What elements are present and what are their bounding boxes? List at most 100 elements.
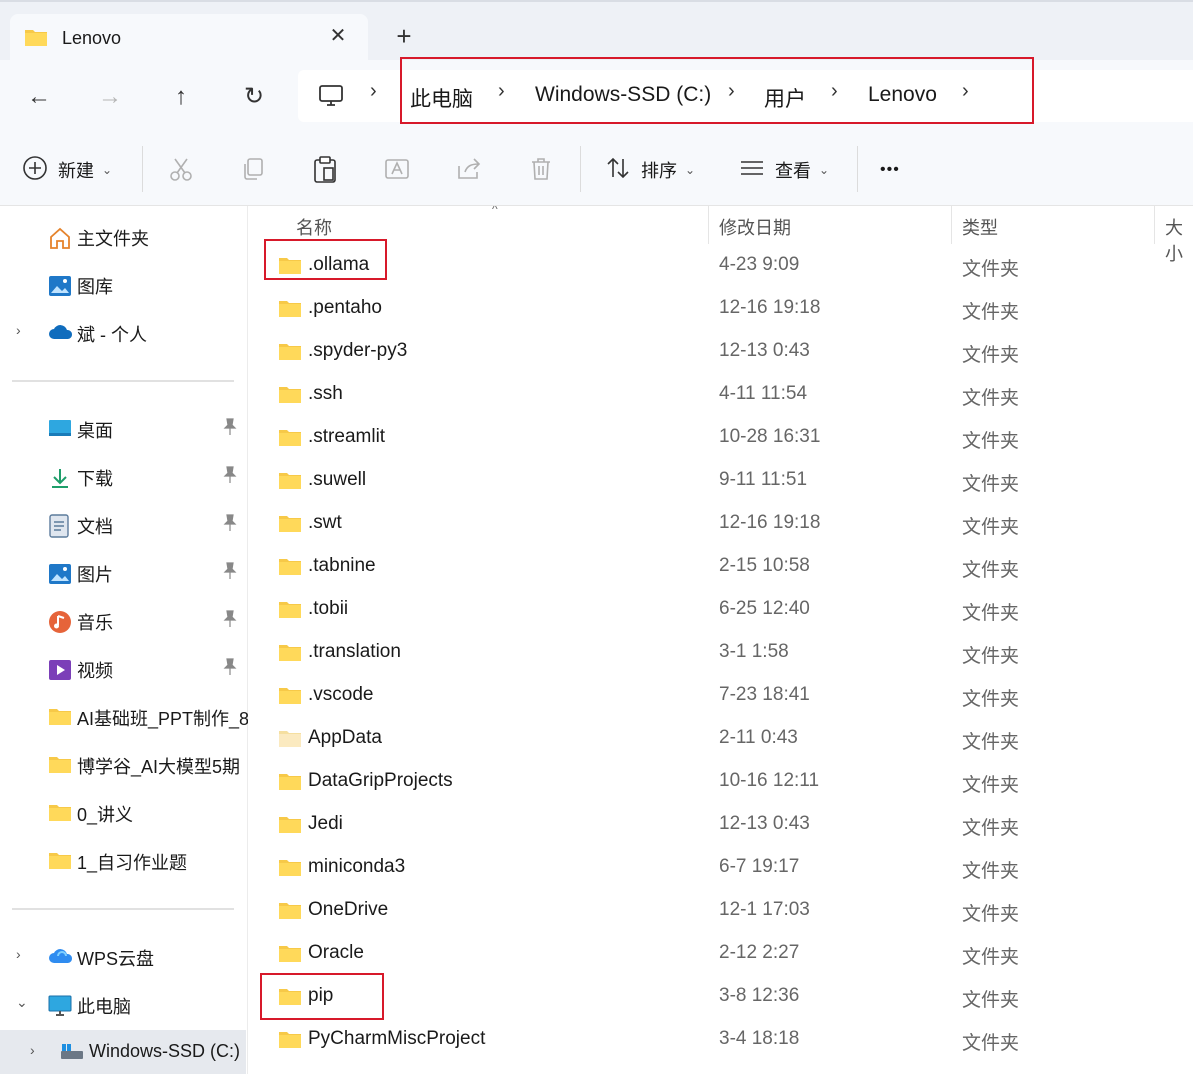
column-divider[interactable] bbox=[708, 206, 709, 244]
table-row[interactable]: Jedi 12-13 0:43 文件夹 bbox=[248, 803, 1193, 846]
share-icon[interactable] bbox=[456, 156, 482, 187]
table-row[interactable]: .suwell 9-11 11:51 文件夹 bbox=[248, 459, 1193, 502]
column-header-type[interactable]: 类型 bbox=[962, 214, 998, 240]
refresh-button[interactable]: ↻ bbox=[237, 80, 271, 114]
sidebar-item-documents[interactable]: 文档 bbox=[0, 502, 246, 548]
table-row[interactable]: .translation 3-1 1:58 文件夹 bbox=[248, 631, 1193, 674]
column-header-name[interactable]: 名称 bbox=[296, 214, 332, 240]
folder-icon bbox=[278, 728, 302, 753]
sidebar-item-pictures[interactable]: 图片 bbox=[0, 550, 246, 596]
cut-icon[interactable] bbox=[168, 156, 194, 187]
paste-icon[interactable] bbox=[312, 156, 338, 189]
tab-lenovo[interactable]: Lenovo ✕ bbox=[10, 14, 368, 64]
copy-icon[interactable] bbox=[240, 156, 266, 187]
forward-button[interactable]: → bbox=[93, 80, 127, 114]
breadcrumb-separator[interactable]: › bbox=[370, 80, 377, 103]
file-name: DataGripProjects bbox=[308, 770, 453, 791]
sort-button[interactable]: 排序 ⌄ bbox=[605, 156, 695, 184]
sidebar-item-gallery[interactable]: 图库 bbox=[0, 262, 246, 308]
sidebar-item-folder[interactable]: 0_讲义 bbox=[0, 790, 246, 836]
sidebar-item-label: 图库 bbox=[77, 277, 113, 297]
folder-icon bbox=[48, 706, 72, 731]
sidebar-item-folder[interactable]: AI基础班_PPT制作_8 bbox=[0, 694, 249, 740]
sidebar-item-videos[interactable]: 视频 bbox=[0, 646, 246, 692]
table-row[interactable]: .spyder-py3 12-13 0:43 文件夹 bbox=[248, 330, 1193, 373]
sidebar-item-onedrive[interactable]: › 斌 - 个人 bbox=[0, 310, 246, 356]
table-row[interactable]: pip 3-8 12:36 文件夹 bbox=[248, 975, 1193, 1018]
pin-icon[interactable] bbox=[222, 418, 238, 441]
table-row[interactable]: OneDrive 12-1 17:03 文件夹 bbox=[248, 889, 1193, 932]
pin-icon[interactable] bbox=[222, 658, 238, 681]
table-row[interactable]: .pentaho 12-16 19:18 文件夹 bbox=[248, 287, 1193, 330]
pin-icon[interactable] bbox=[222, 562, 238, 585]
column-header-modified[interactable]: 修改日期 bbox=[719, 214, 791, 240]
up-button[interactable]: ↑ bbox=[164, 80, 198, 114]
file-modified-date: 6-7 19:17 bbox=[719, 856, 800, 877]
sidebar-item-label: 下载 bbox=[77, 469, 113, 489]
close-icon[interactable]: ✕ bbox=[326, 24, 350, 48]
file-type: 文件夹 bbox=[962, 689, 1020, 710]
navigation-pane: 主文件夹 图库 › 斌 - 个人 桌面 下载 文档 图片 音乐 视频 AI基础班… bbox=[0, 206, 249, 1074]
table-row[interactable]: .streamlit 10-28 16:31 文件夹 bbox=[248, 416, 1193, 459]
pin-icon[interactable] bbox=[222, 514, 238, 537]
folder-icon bbox=[278, 771, 302, 796]
sidebar-divider bbox=[12, 380, 234, 382]
more-options-button[interactable]: ••• bbox=[880, 156, 900, 184]
table-row[interactable]: DataGripProjects 10-16 12:11 文件夹 bbox=[248, 760, 1193, 803]
table-row[interactable]: miniconda3 6-7 19:17 文件夹 bbox=[248, 846, 1193, 889]
folder-icon bbox=[278, 556, 302, 581]
back-button[interactable]: ← bbox=[22, 80, 56, 114]
table-row[interactable]: .tobii 6-25 12:40 文件夹 bbox=[248, 588, 1193, 631]
pin-icon[interactable] bbox=[222, 610, 238, 633]
file-type: 文件夹 bbox=[962, 775, 1020, 796]
more-icon: ••• bbox=[880, 161, 900, 178]
file-modified-date: 10-16 12:11 bbox=[719, 770, 820, 791]
sort-label: 排序 bbox=[641, 161, 677, 181]
delete-icon[interactable] bbox=[528, 156, 554, 187]
annotation-box bbox=[264, 239, 387, 280]
file-type: 文件夹 bbox=[962, 345, 1020, 366]
sidebar-item-folder[interactable]: 博学谷_AI大模型5期 bbox=[0, 742, 246, 788]
sidebar-item-music[interactable]: 音乐 bbox=[0, 598, 246, 644]
sidebar-item-desktop[interactable]: 桌面 bbox=[0, 406, 246, 452]
table-row[interactable]: Oracle 2-12 2:27 文件夹 bbox=[248, 932, 1193, 975]
chevron-right-icon[interactable]: › bbox=[30, 1042, 35, 1058]
sidebar-item-wps-cloud[interactable]: › WPS云盘 bbox=[0, 934, 246, 980]
chevron-right-icon[interactable]: › bbox=[16, 322, 21, 338]
chevron-right-icon[interactable]: › bbox=[16, 946, 21, 962]
rename-icon[interactable] bbox=[384, 156, 410, 187]
plus-circle-icon bbox=[22, 155, 48, 186]
tab-title: Lenovo bbox=[62, 28, 122, 48]
file-name: .pentaho bbox=[308, 297, 382, 318]
chevron-down-icon: ⌄ bbox=[102, 163, 113, 177]
table-row[interactable]: .swt 12-16 19:18 文件夹 bbox=[248, 502, 1193, 545]
file-type: 文件夹 bbox=[962, 904, 1020, 925]
sidebar-item-this-pc[interactable]: ⌄ 此电脑 bbox=[0, 982, 246, 1028]
sidebar-item-folder[interactable]: 1_自习作业题 bbox=[0, 838, 246, 884]
new-button[interactable]: 新建 ⌄ bbox=[22, 155, 113, 186]
file-type: 文件夹 bbox=[962, 388, 1020, 409]
chevron-down-icon[interactable]: ⌄ bbox=[16, 994, 28, 1011]
file-name: Jedi bbox=[308, 813, 343, 834]
column-divider[interactable] bbox=[951, 206, 952, 244]
table-row[interactable]: .ssh 4-11 11:54 文件夹 bbox=[248, 373, 1193, 416]
sidebar-item-drive-c[interactable]: › Windows-SSD (C:) bbox=[0, 1030, 246, 1074]
pin-icon[interactable] bbox=[222, 466, 238, 489]
column-divider[interactable] bbox=[1154, 206, 1155, 244]
view-button[interactable]: 查看 ⌄ bbox=[739, 156, 829, 184]
table-row[interactable]: .ollama 4-23 9:09 文件夹 bbox=[248, 244, 1193, 287]
file-name: AppData bbox=[308, 727, 382, 748]
table-row[interactable]: PyCharmMiscProject 3-4 18:18 文件夹 bbox=[248, 1018, 1193, 1061]
annotation-box bbox=[400, 57, 1034, 124]
new-tab-button[interactable]: + bbox=[390, 22, 418, 50]
folder-icon bbox=[278, 470, 302, 495]
table-row[interactable]: AppData 2-11 0:43 文件夹 bbox=[248, 717, 1193, 760]
table-row[interactable]: .tabnine 2-15 10:58 文件夹 bbox=[248, 545, 1193, 588]
table-row[interactable]: .vscode 7-23 18:41 文件夹 bbox=[248, 674, 1193, 717]
sidebar-item-home[interactable]: 主文件夹 bbox=[0, 214, 246, 260]
file-name: .ssh bbox=[308, 383, 343, 404]
sidebar-item-downloads[interactable]: 下载 bbox=[0, 454, 246, 500]
sidebar-item-label: 1_自习作业题 bbox=[77, 853, 188, 873]
folder-icon bbox=[278, 384, 302, 409]
file-name: miniconda3 bbox=[308, 856, 406, 877]
